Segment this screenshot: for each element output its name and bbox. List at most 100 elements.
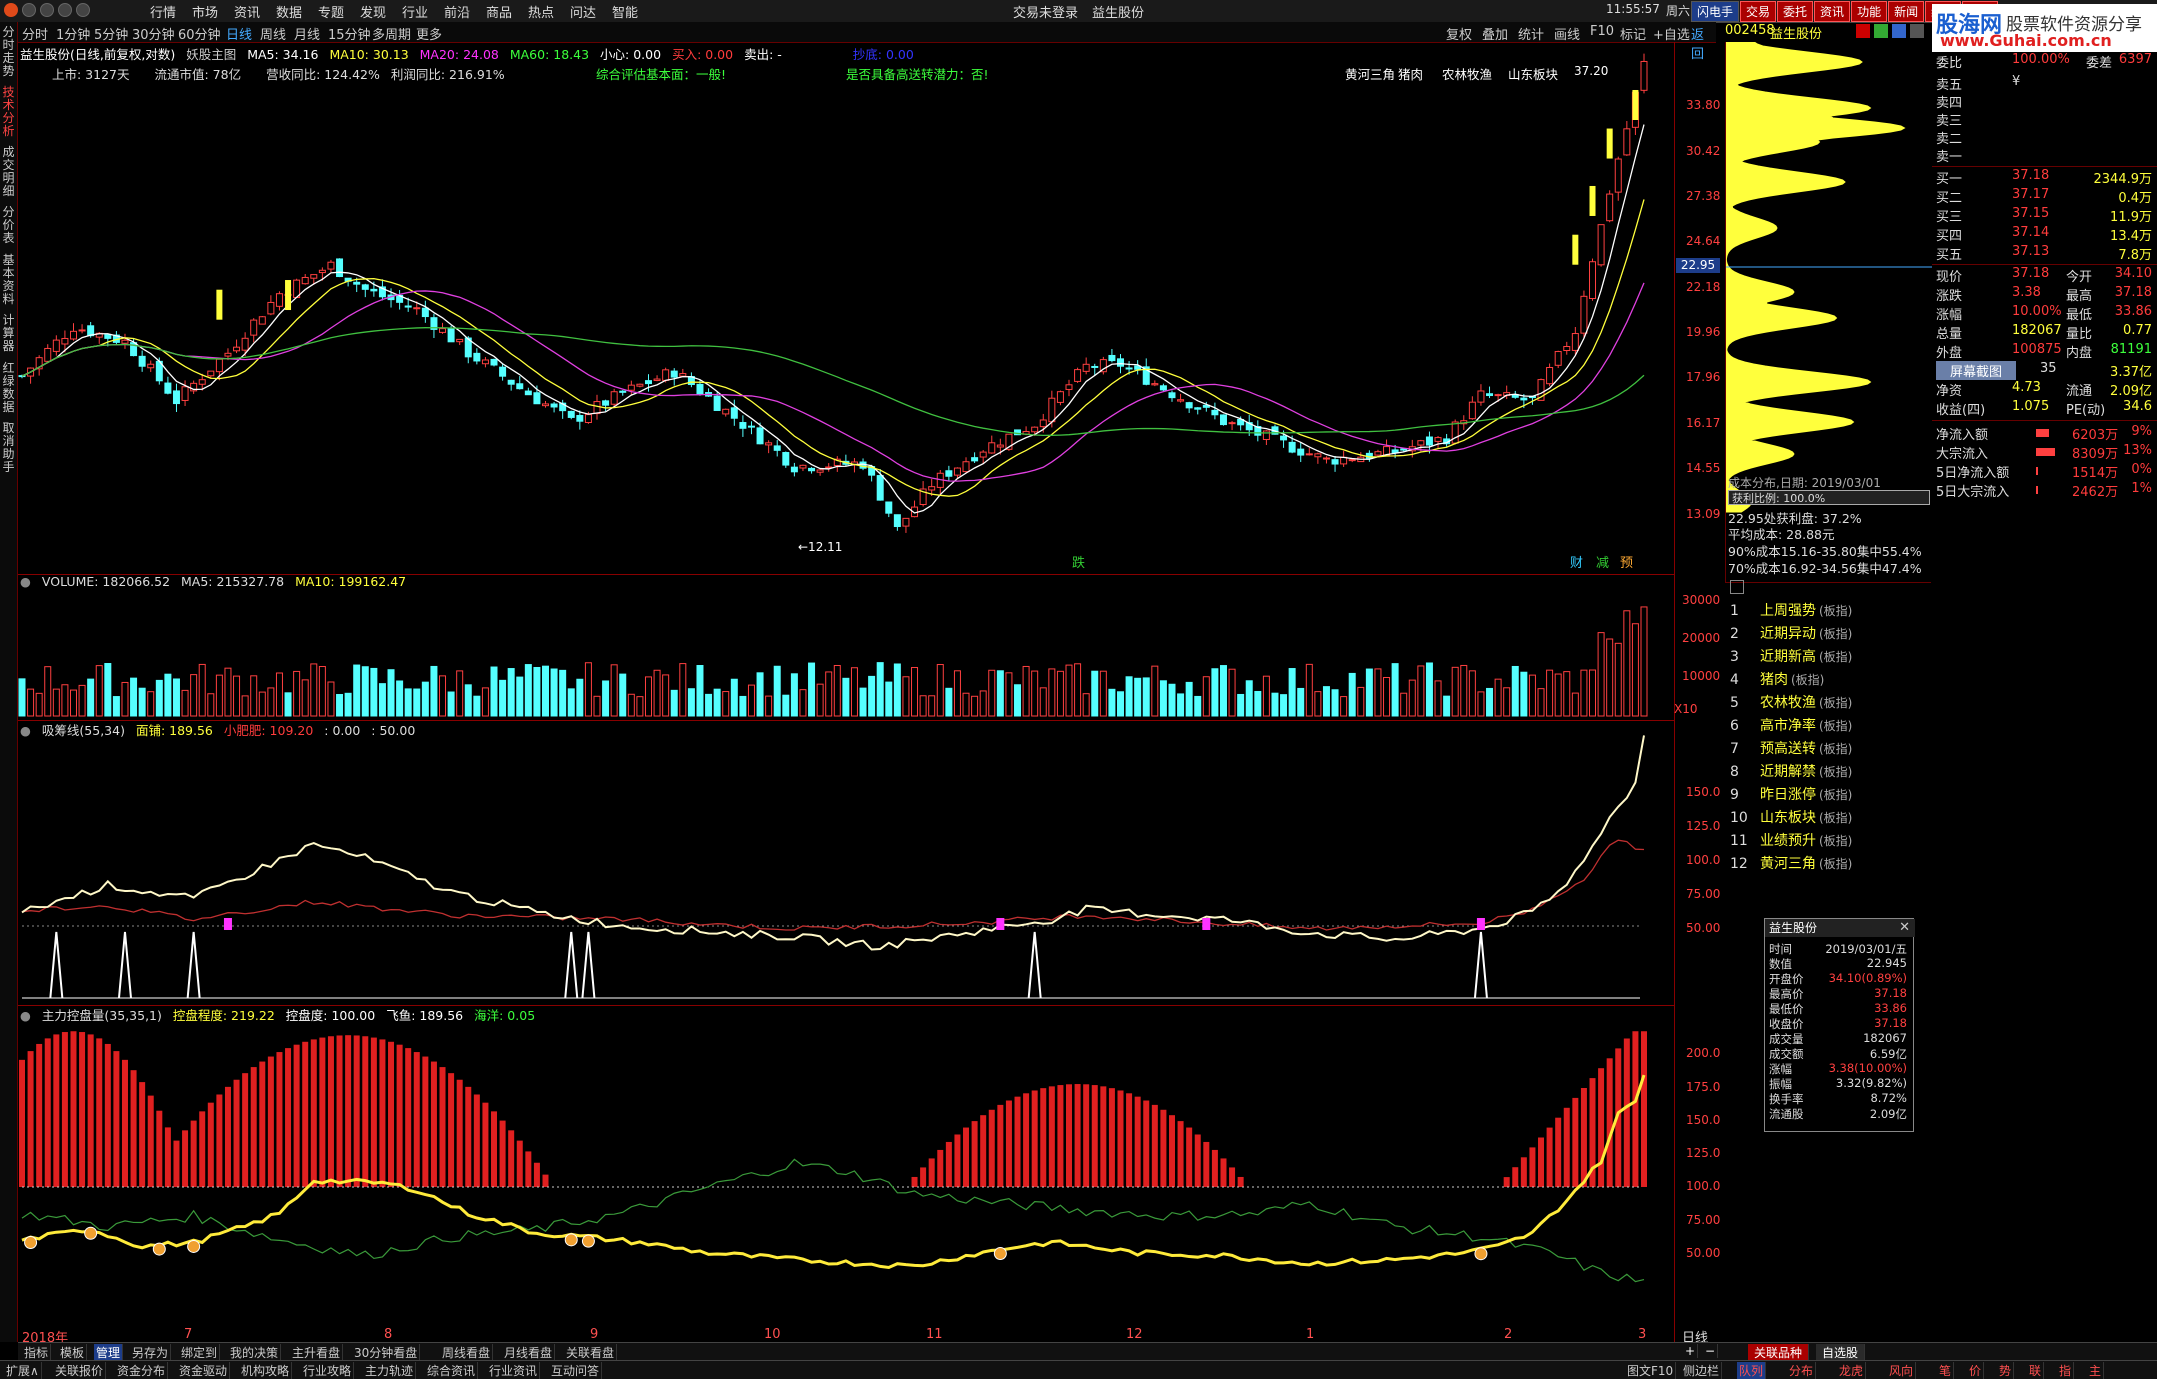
sector-item[interactable]: 1 上周强势 (板指) [1730, 600, 1852, 620]
bottom-tab[interactable]: 关联报价 [53, 1362, 107, 1379]
bid-row[interactable]: 买四 37.14 13.4万 [1936, 225, 2152, 244]
sector-item[interactable]: 2 近期异动 (板指) [1730, 623, 1852, 643]
bottom-tab[interactable]: 指标 [22, 1344, 52, 1361]
kongpan-name[interactable]: 主力控盘量(35,35,1) [42, 1008, 162, 1023]
bottom-right-item[interactable]: 侧边栏 [1681, 1362, 1723, 1379]
sector-item[interactable]: 12 黄河三角 (板指) [1730, 853, 1852, 873]
bottom-tab[interactable]: 资金驱动 [177, 1362, 231, 1379]
candle-body [421, 307, 429, 318]
list-icon[interactable] [1730, 580, 1744, 594]
candle-body [550, 403, 558, 408]
candle-body [1563, 346, 1571, 352]
sector-item[interactable]: 3 近期新高 (板指) [1730, 646, 1852, 666]
bottom-tab[interactable]: 综合资讯 [425, 1362, 479, 1379]
sector-item[interactable]: 5 农林牧渔 (板指) [1730, 692, 1852, 712]
volume-bar [1623, 610, 1631, 717]
bottom-tab[interactable]: 另存为 [130, 1344, 172, 1361]
kongpan-bar [1563, 1107, 1570, 1187]
bottom-right-item[interactable]: 分布 [1787, 1362, 1817, 1379]
screenshot-button[interactable]: 屏幕截图 [1936, 361, 2017, 380]
bottom-tab[interactable]: 绑定到 [179, 1344, 221, 1361]
bottom-tab[interactable]: 互动问答 [549, 1362, 603, 1379]
ask-row[interactable]: 卖二 [1936, 128, 2152, 147]
popup-label: 时间 [1769, 942, 1792, 956]
bottom-right-item[interactable]: 图文F10 [1625, 1362, 1677, 1379]
popup-row: 换手率 8.72% [1769, 1091, 1907, 1106]
ask-row[interactable]: 卖四 [1936, 92, 2152, 111]
ask-row[interactable]: 卖五 ¥ [1936, 74, 2152, 93]
bottom-tab[interactable]: 主力轨迹 [363, 1362, 417, 1379]
bottom-right-item[interactable]: 指 [2057, 1362, 2075, 1379]
sector-item[interactable]: 6 高市净率 (板指) [1730, 715, 1852, 735]
sector-index: 6 [1730, 718, 1739, 734]
bid-row[interactable]: 买二 37.17 0.4万 [1936, 187, 2152, 206]
sector-item[interactable]: 11 业绩预升 (板指) [1730, 830, 1852, 850]
sector-item[interactable]: 8 近期解禁 (板指) [1730, 761, 1852, 781]
xichou-marker [223, 918, 232, 930]
sector-item[interactable]: 7 预高送转 (板指) [1730, 738, 1852, 758]
volume-bar [928, 695, 936, 717]
sector-suffix: (板指) [1819, 765, 1853, 779]
remove-tab-button[interactable]: − [1703, 1344, 1719, 1358]
bottom-tab[interactable]: 关联看盘 [564, 1344, 618, 1361]
bottom-right-tab[interactable]: 关联品种 [1748, 1344, 1810, 1361]
xichou-name[interactable]: 吸筹线(55,34) [42, 723, 125, 738]
candle-body [696, 383, 704, 395]
bottom-right-item[interactable]: 联 [2027, 1362, 2045, 1379]
bottom-tab[interactable]: 30分钟看盘 [352, 1344, 421, 1361]
ma-line [21, 327, 1645, 437]
date-tick: 9 [590, 1327, 599, 1342]
bid-row[interactable]: 买三 37.15 11.9万 [1936, 206, 2152, 225]
candle-body [747, 425, 755, 428]
bottom-tab[interactable]: 行业资讯 [487, 1362, 541, 1379]
add-tab-button[interactable]: + [1683, 1344, 1699, 1358]
bottom-right-tab[interactable]: 自选股 [1816, 1344, 1866, 1361]
bottom-right-item[interactable]: 势 [1997, 1362, 2015, 1379]
bottom-tab[interactable]: 行业攻略 [301, 1362, 355, 1379]
volume-bar [421, 681, 429, 717]
stat-row: 涨跌 3.38 最高 37.18 [1936, 285, 2152, 304]
bottom-tab[interactable]: 模板 [58, 1344, 88, 1361]
sector-suffix: (板指) [1819, 811, 1853, 825]
candle-body [1331, 459, 1339, 465]
kongpan-bar [1606, 1058, 1613, 1187]
bid-row[interactable]: 买五 37.13 7.8万 [1936, 244, 2152, 263]
candle-body [799, 464, 807, 469]
bottom-tab[interactable]: 管理 [94, 1344, 124, 1361]
volume-bar [679, 663, 687, 717]
kongpan-dot [84, 1226, 98, 1240]
ask-row[interactable]: 卖一 [1936, 146, 2152, 165]
bottom-right-item[interactable]: 风向 [1887, 1362, 1917, 1379]
bottom-right-item[interactable]: 主 [2087, 1362, 2105, 1379]
bid-row[interactable]: 买一 37.18 2344.9万 [1936, 168, 2152, 187]
event-label: 财 [1570, 556, 1583, 571]
ask-row[interactable]: 卖三 [1936, 110, 2152, 129]
flow-label: 5日大宗流入 [1936, 485, 2010, 500]
volume-tick: X10 [1674, 702, 1698, 716]
bottom-right-item[interactable]: 龙虎 [1837, 1362, 1867, 1379]
sector-item[interactable]: 4 猪肉 (板指) [1730, 669, 1824, 689]
spike-signal [186, 931, 201, 999]
candle-body [576, 415, 584, 422]
bottom-right-item[interactable]: 笔 [1937, 1362, 1955, 1379]
bottom-tab[interactable]: 我的决策 [228, 1344, 282, 1361]
bottom-tab[interactable]: 资金分布 [115, 1362, 169, 1379]
bottom-tab[interactable]: 主升看盘 [290, 1344, 344, 1361]
candle-body [644, 380, 652, 385]
volume-bar [533, 666, 541, 717]
close-icon[interactable]: ✕ [1899, 920, 1910, 935]
sector-index: 2 [1730, 626, 1739, 642]
sector-item[interactable]: 9 昨日涨停 (板指) [1730, 784, 1852, 804]
volume-bar [808, 662, 816, 717]
candle-body [413, 307, 421, 310]
bottom-tab[interactable]: 机构攻略 [239, 1362, 293, 1379]
sector-item[interactable]: 10 山东板块 (板指) [1730, 807, 1852, 827]
bottom-tab[interactable]: 月线看盘 [502, 1344, 556, 1361]
bottom-right-item[interactable]: 价 [1967, 1362, 1985, 1379]
bottom-right-item[interactable]: 队列 [1737, 1362, 1767, 1379]
volume-bar [876, 662, 884, 717]
bottom-tabs-1: 指标 模板 管理 另存为 绑定到 我的决策 主升看盘 30分钟看盘 周线看盘 月线看盘 关联看盘 + −… [18, 1342, 2157, 1361]
candle-body [1048, 397, 1056, 423]
bottom-tab[interactable]: 扩展∧ [4, 1362, 42, 1379]
bottom-tab[interactable]: 周线看盘 [440, 1344, 494, 1361]
